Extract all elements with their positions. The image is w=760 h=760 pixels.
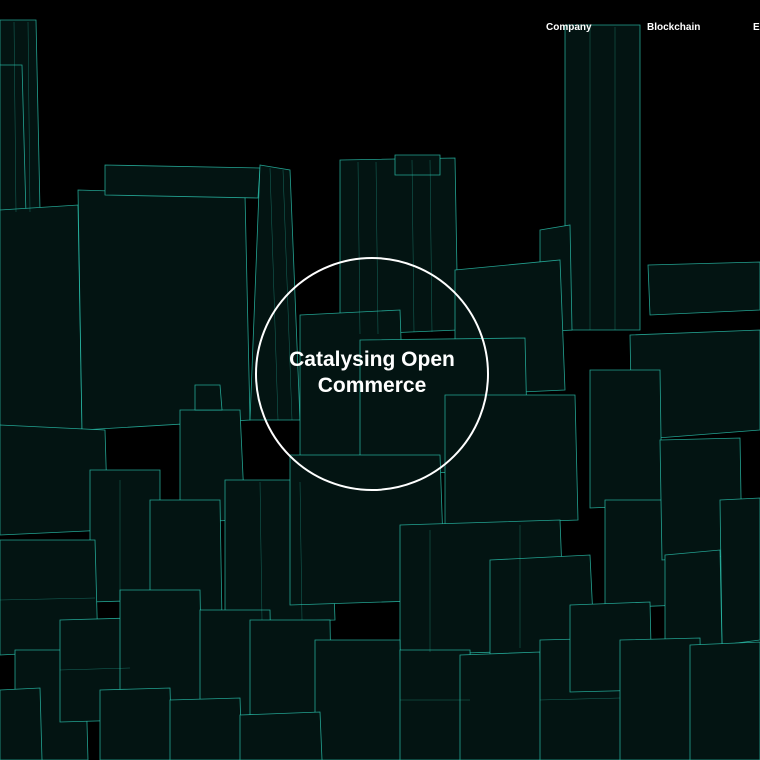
nav-item-truncated[interactable]: E <box>753 22 760 33</box>
hero-title: Catalysing Open Commerce <box>289 348 455 397</box>
page: Company Blockchain E Catalysing Open Com… <box>0 0 760 760</box>
nav-item-blockchain[interactable]: Blockchain <box>647 22 700 33</box>
hero-circle: Catalysing Open Commerce <box>255 257 489 491</box>
top-nav: Company Blockchain E <box>0 22 760 38</box>
nav-item-company[interactable]: Company <box>546 22 592 33</box>
